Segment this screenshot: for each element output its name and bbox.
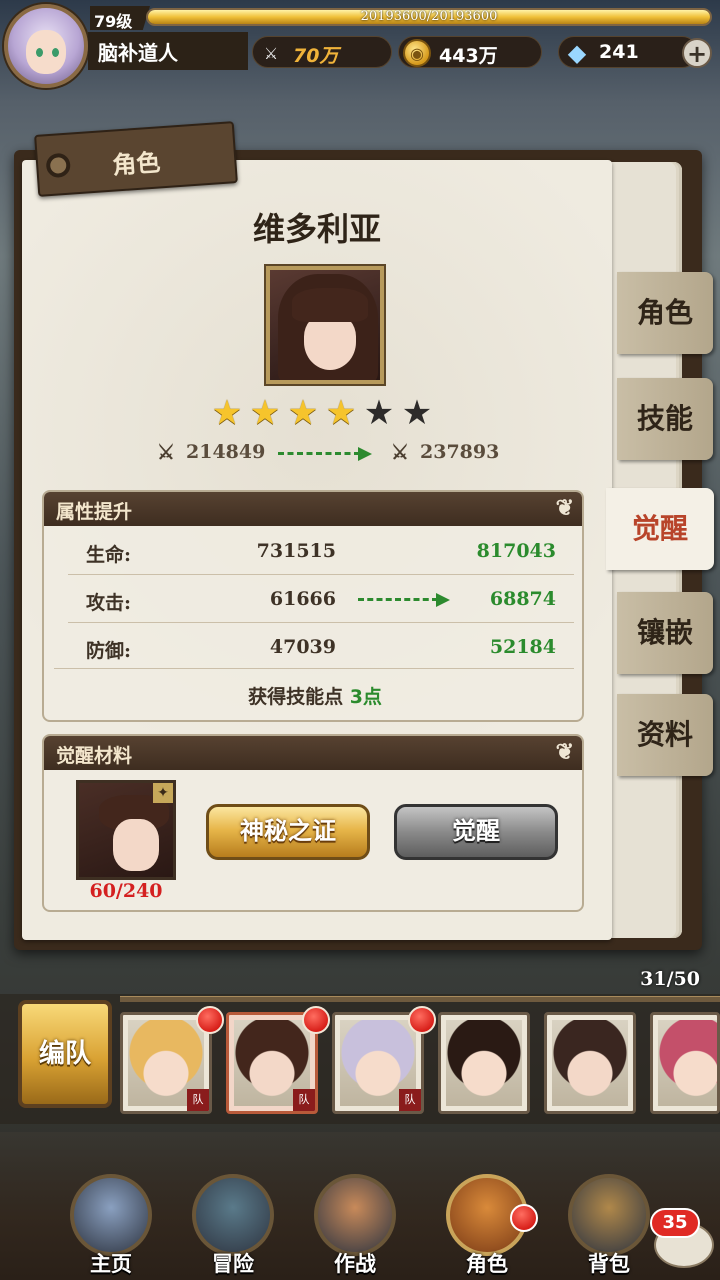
materials-section-title: 觉醒材料 — [56, 745, 133, 767]
star-empty-icon: ★ — [401, 393, 433, 433]
character-card-art — [446, 1020, 522, 1106]
castle-icon — [70, 1174, 152, 1256]
power-current: 214849 — [186, 441, 266, 463]
stat-next: 68874 — [489, 588, 556, 610]
star-empty-icon: ★ — [363, 393, 395, 433]
star-rating: ★ ★ ★ ★ ★ ★ — [210, 396, 440, 430]
stat-row-hp: 生命: 731515 817043 — [66, 528, 576, 574]
ornament-icon: ❦ — [555, 495, 574, 521]
stat-label: 生命: — [86, 544, 132, 566]
stat-current: 47039 — [269, 636, 336, 658]
character-name: 维多利亚 — [252, 210, 381, 248]
avatar-face — [26, 30, 66, 74]
stat-next: 817043 — [476, 540, 556, 562]
character-card-art — [552, 1020, 628, 1106]
material-item[interactable]: ✦ — [76, 780, 176, 880]
card-notification-dot — [302, 1006, 330, 1034]
arrow-right-icon — [278, 447, 372, 461]
avatar-eye-left — [36, 48, 43, 57]
roster-count: 31/50 — [640, 968, 700, 990]
character-card[interactable] — [438, 1012, 530, 1114]
tab-character[interactable]: 角色 — [617, 272, 713, 354]
xp-text: 20193600/20193600 — [360, 9, 498, 24]
power-pill: ⚔ 70万 — [252, 36, 392, 68]
stat-row-defense: 防御: 47039 52184 — [66, 624, 576, 670]
player-level: 79级 — [90, 6, 150, 30]
card-notification-dot — [408, 1006, 436, 1034]
fragment-icon: ✦ — [153, 783, 173, 803]
skill-points-label: 获得技能点 — [248, 686, 344, 708]
crossed-swords-icon: ⚔ — [157, 440, 175, 464]
skill-points-value: 3点 — [349, 686, 382, 708]
avatar-eye-right — [52, 48, 59, 57]
gate-icon — [192, 1174, 274, 1256]
star-filled-icon: ★ — [211, 393, 243, 433]
nav-label: 冒险 — [212, 1252, 254, 1276]
gold-coin-icon: ◉ — [403, 39, 431, 67]
backpack-icon — [568, 1174, 650, 1256]
material-count: 60/240 — [89, 880, 163, 902]
xp-bar: 20193600/20193600 — [146, 8, 712, 26]
arrow-right-icon — [358, 593, 450, 607]
tab-skills[interactable]: 技能 — [617, 378, 713, 460]
player-name: 脑补道人 — [88, 32, 248, 70]
tab-inlay[interactable]: 镶嵌 — [617, 592, 713, 674]
tag-ring-icon — [45, 152, 72, 179]
crossed-swords-icon: ⚔ — [263, 43, 279, 63]
gem-pill: ◆ 241 — [558, 36, 698, 68]
star-filled-icon: ★ — [287, 393, 319, 433]
materials-section-header: 觉醒材料 ❦ — [44, 736, 582, 770]
team-tag: 队 — [293, 1089, 315, 1111]
attribute-section-title: 属性提升 — [56, 501, 133, 523]
mystery-proof-button[interactable]: 神秘之证 — [206, 804, 370, 860]
hero-icon — [314, 1174, 396, 1256]
crystal-gem-icon: ◆ — [567, 39, 587, 67]
message-badge: 35 — [650, 1208, 700, 1238]
gem-value: 241 — [599, 41, 639, 63]
tab-awaken[interactable]: 觉醒 — [606, 488, 714, 570]
stat-current: 61666 — [269, 588, 336, 610]
nav-label: 角色 — [466, 1252, 508, 1276]
stat-label: 攻击: — [86, 592, 132, 614]
nav-label: 主页 — [90, 1252, 132, 1276]
awaken-button[interactable]: 觉醒 — [394, 804, 558, 860]
card-notification-dot — [196, 1006, 224, 1034]
skill-points-text: 获得技能点 3点 — [44, 682, 586, 709]
formation-button[interactable]: 编队 — [18, 1000, 112, 1108]
tab-profile[interactable]: 资料 — [617, 694, 713, 776]
character-portrait — [266, 266, 384, 384]
nav-battle[interactable]: 作战 — [300, 1174, 410, 1280]
star-filled-icon: ★ — [249, 393, 281, 433]
star-filled-icon: ★ — [325, 393, 357, 433]
ornament-icon: ❦ — [555, 739, 574, 765]
gold-value: 443万 — [439, 45, 498, 67]
character-card[interactable] — [650, 1012, 720, 1114]
crossed-swords-icon: ⚔ — [391, 440, 409, 464]
power-next: 237893 — [420, 441, 500, 463]
gold-pill: ◉ 443万 — [398, 36, 542, 68]
team-tag: 队 — [399, 1089, 421, 1111]
card-rail — [120, 996, 720, 1002]
top-status-bar: 79级 20193600/20193600 脑补道人 ⚔ 70万 ◉ 443万 … — [0, 0, 720, 100]
nav-label: 作战 — [334, 1252, 376, 1276]
player-avatar[interactable] — [4, 4, 88, 88]
stat-row-attack: 攻击: 61666 68874 — [66, 576, 576, 622]
stat-label: 防御: — [86, 640, 132, 662]
team-tag: 队 — [187, 1089, 209, 1111]
nav-label: 背包 — [588, 1252, 630, 1276]
nav-notification-dot — [510, 1204, 538, 1232]
nav-bag[interactable]: 背包 — [554, 1174, 664, 1280]
power-compare: ⚔ 214849 ⚔ 237893 — [150, 440, 510, 466]
power-value: 70万 — [293, 45, 339, 67]
stat-current: 731515 — [256, 540, 336, 562]
attribute-section: 属性提升 ❦ 生命: 731515 817043 攻击: 61666 68874… — [42, 490, 584, 722]
panel-title: 角色 — [111, 147, 162, 180]
stat-next: 52184 — [489, 636, 556, 658]
add-gems-button[interactable]: + — [682, 38, 712, 68]
character-card-art — [658, 1020, 717, 1106]
character-card[interactable] — [544, 1012, 636, 1114]
attribute-section-header: 属性提升 ❦ — [44, 492, 582, 526]
nav-adventure[interactable]: 冒险 — [178, 1174, 288, 1280]
nav-home[interactable]: 主页 — [56, 1174, 166, 1280]
